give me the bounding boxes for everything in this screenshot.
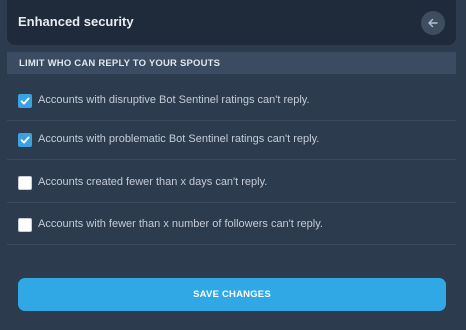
option-label: Accounts created fewer than x days can't… — [38, 176, 268, 188]
option-account-age[interactable]: Accounts created fewer than x days can't… — [7, 164, 456, 203]
option-label: Accounts with problematic Bot Sentinel r… — [38, 133, 320, 145]
option-disruptive-ratings[interactable]: Accounts with disruptive Bot Sentinel ra… — [7, 82, 456, 121]
arrow-left-icon — [428, 18, 438, 28]
checkbox[interactable] — [18, 94, 32, 108]
option-follower-count[interactable]: Accounts with fewer than x number of fol… — [7, 206, 456, 245]
back-button[interactable] — [421, 11, 445, 35]
option-label: Accounts with disruptive Bot Sentinel ra… — [38, 94, 310, 106]
checkbox[interactable] — [18, 176, 32, 190]
panel-title: Enhanced security — [18, 14, 134, 29]
enhanced-security-panel: Enhanced security LIMIT WHO CAN REPLY TO… — [0, 0, 466, 330]
option-problematic-ratings[interactable]: Accounts with problematic Bot Sentinel r… — [7, 121, 456, 160]
option-label: Accounts with fewer than x number of fol… — [38, 218, 323, 230]
section-title: LIMIT WHO CAN REPLY TO YOUR SPOUTS — [19, 58, 221, 69]
checkmark-icon — [20, 97, 30, 105]
panel-header: Enhanced security — [7, 0, 456, 45]
section-header: LIMIT WHO CAN REPLY TO YOUR SPOUTS — [7, 52, 456, 74]
save-changes-button[interactable]: SAVE CHANGES — [18, 278, 446, 311]
checkbox[interactable] — [18, 218, 32, 232]
checkbox[interactable] — [18, 133, 32, 147]
checkmark-icon — [20, 136, 30, 144]
